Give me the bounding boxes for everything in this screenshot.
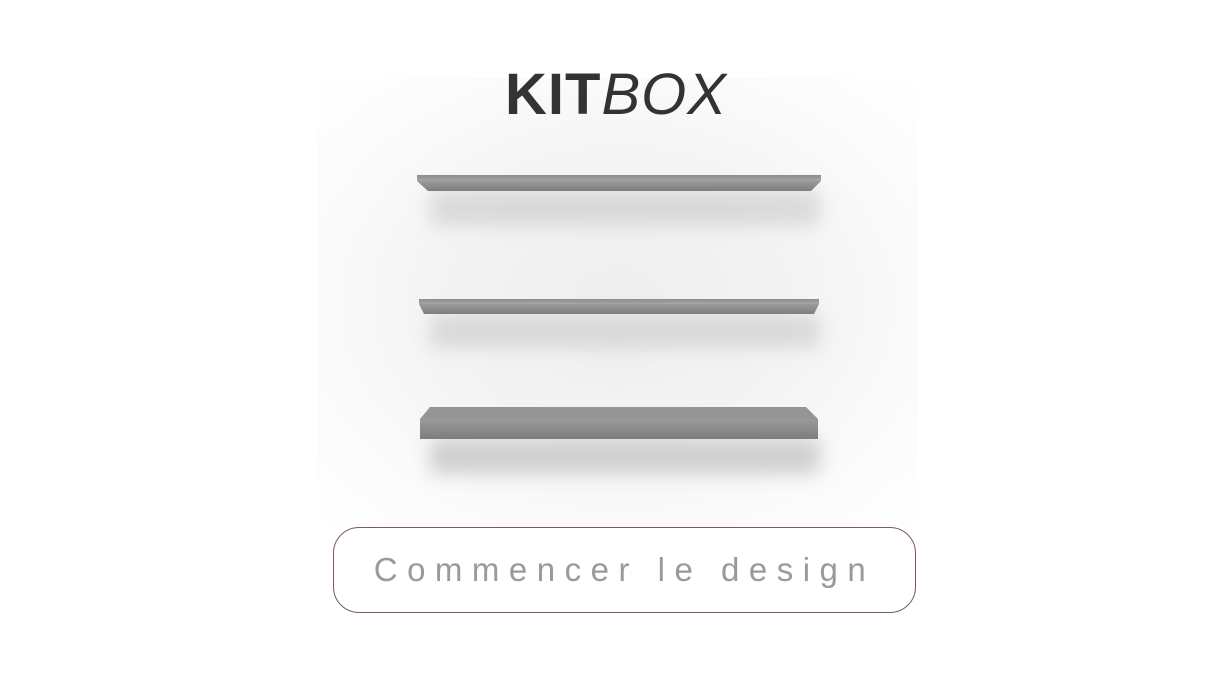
logo-kit: KIT xyxy=(505,62,602,127)
start-design-button[interactable]: Commencer le design xyxy=(333,527,916,613)
kitbox-logo: KITBOX xyxy=(0,62,1232,128)
shelf-bottom xyxy=(420,407,818,439)
hero-image xyxy=(318,78,918,528)
shelf-top xyxy=(417,175,821,191)
logo-box: BOX xyxy=(601,62,727,127)
wall-shelves-image xyxy=(417,175,821,474)
shelf-middle xyxy=(419,299,819,314)
